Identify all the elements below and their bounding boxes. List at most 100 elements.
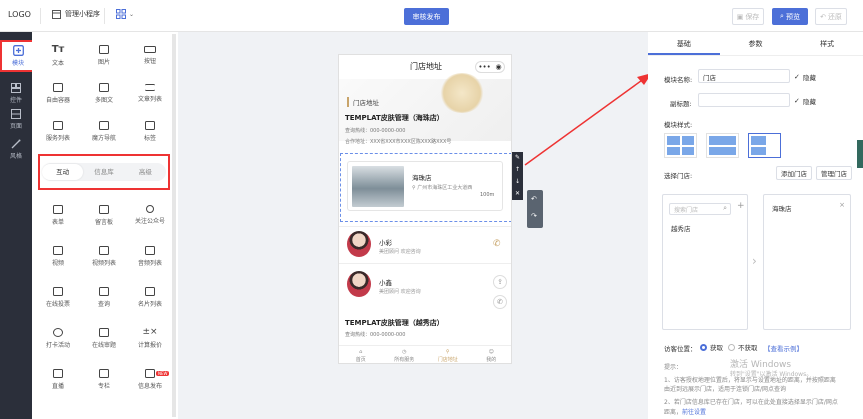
panel-scrollbar[interactable] — [172, 34, 176, 417]
module-service-list[interactable]: 服务列表 — [36, 112, 80, 150]
module-image[interactable]: 图片 — [82, 36, 126, 74]
manage-mini-program-button[interactable]: 管理小程序 — [52, 9, 100, 19]
hide-subtitle-checkbox[interactable]: ✓ 隐藏 — [794, 96, 816, 106]
divider — [104, 8, 105, 24]
module-button[interactable]: 按钮 — [128, 36, 172, 74]
tab-interact[interactable]: 互动 — [42, 164, 84, 180]
nav-item-module[interactable]: 模块 — [0, 40, 36, 72]
tab-basic[interactable]: 基础 — [648, 32, 720, 55]
query-icon — [99, 286, 109, 296]
form-icon — [53, 204, 63, 214]
store-phone: 查询热线：000-0000-000 — [345, 128, 406, 134]
tab-services[interactable]: ◷ 所有服务 — [383, 346, 427, 363]
module-audio-list[interactable]: 音频列表 — [128, 237, 172, 275]
nav-item-style[interactable]: 风格 — [0, 134, 32, 164]
subtitle-input[interactable] — [698, 93, 790, 107]
store-phone: 查询热线：000-0000-000 — [345, 332, 406, 338]
radio-get[interactable]: 获取 — [700, 342, 723, 352]
redo-icon[interactable]: ↷ — [531, 212, 537, 220]
capsule-menu[interactable]: ••• ◉ — [475, 61, 505, 73]
more-icon: ••• — [478, 63, 491, 71]
hide-title-checkbox[interactable]: ✓ 隐藏 — [794, 72, 816, 82]
manage-store-button[interactable]: 管理门店 — [816, 166, 852, 180]
module-article-list[interactable]: 文章列表 — [128, 74, 172, 112]
module-video[interactable]: 视频 — [36, 237, 80, 275]
service-icon — [53, 120, 63, 130]
module-multi-image-text[interactable]: 多图文 — [82, 74, 126, 112]
save-button[interactable]: ▣ 保存 — [732, 8, 764, 25]
tab-mine[interactable]: ☺ 我的 — [470, 346, 512, 363]
store-item[interactable]: 海珠店 — [772, 203, 792, 213]
store-search-input[interactable]: 搜索门店 ⌕ — [669, 203, 731, 215]
module-card-list[interactable]: 名片列表 — [128, 278, 172, 316]
checkin-icon — [53, 327, 63, 337]
module-online-vote[interactable]: 在线投票 — [36, 278, 80, 316]
style-option-rows[interactable] — [706, 133, 739, 158]
undo-icon[interactable]: ↶ — [531, 195, 537, 203]
tab-params[interactable]: 参数 — [720, 32, 792, 55]
module-tag[interactable]: 标签 — [128, 112, 172, 150]
view-example-link[interactable]: 【查看示例】 — [764, 343, 803, 353]
tag-icon — [145, 120, 155, 130]
style-option-list[interactable] — [748, 133, 781, 158]
module-free-container[interactable]: 自由容器 — [36, 74, 80, 112]
logo: LOGO — [8, 10, 31, 19]
tv-icon — [53, 368, 63, 378]
tab-advanced[interactable]: 高级 — [125, 164, 166, 180]
store-item[interactable]: 越秀店 — [671, 223, 691, 233]
submit-publish-button[interactable]: 审核发布 — [404, 8, 449, 25]
tab-info-library[interactable]: 信息库 — [83, 164, 124, 180]
tab-home[interactable]: ⌂ 首页 — [339, 346, 383, 363]
delete-icon[interactable]: ✕ — [512, 188, 523, 200]
phone-icon[interactable]: ✆ — [493, 295, 507, 309]
module-video-list[interactable]: 视频列表 — [82, 237, 126, 275]
close-icon[interactable]: × — [839, 201, 845, 209]
go-settings-link[interactable]: 前往设置 — [682, 409, 706, 416]
style-option-grid[interactable] — [664, 133, 697, 158]
add-icon[interactable]: + — [737, 201, 745, 211]
module-form[interactable]: 表单 — [36, 196, 80, 234]
card-icon — [145, 286, 155, 296]
module-info-publish[interactable]: 信息发布 — [128, 360, 172, 398]
module-cube-nav[interactable]: 魔方导航 — [82, 112, 126, 150]
radio-not-get[interactable]: 不获取 — [728, 342, 758, 352]
layout-switcher[interactable]: ⌄ — [116, 9, 134, 19]
module-follow-account[interactable]: 关注公众号 — [128, 196, 172, 234]
list-icon — [145, 83, 155, 91]
undo-icon: ↶ — [820, 12, 826, 21]
module-online-review[interactable]: 在线审题 — [82, 319, 126, 357]
preview-button[interactable]: ⌕ 预览 — [772, 8, 808, 25]
restore-button[interactable]: ↶ 还原 — [815, 8, 847, 25]
right-edge-tab[interactable] — [857, 140, 863, 168]
card-store-name: 海珠店 — [412, 174, 432, 182]
store-card[interactable]: 海珠店 ⚲ 广州市海珠区工业大道西 100m — [347, 161, 503, 211]
tip-line: 距离，前往设置 — [664, 409, 707, 416]
nav-item-page[interactable]: 页面 — [0, 104, 32, 134]
module-live[interactable]: 直播 — [36, 360, 80, 398]
selected-store-list: 海珠店 × — [763, 194, 851, 330]
mini-program-label: 管理小程序 — [65, 10, 100, 18]
chevron-right-icon[interactable]: › — [752, 254, 757, 268]
module-query[interactable]: 查询 — [82, 278, 126, 316]
add-store-button[interactable]: 添加门店 — [776, 166, 812, 180]
review-icon — [99, 327, 109, 337]
share-icon[interactable]: ⇪ — [493, 275, 507, 289]
module-text[interactable]: Tт 文本 — [36, 36, 80, 74]
divider — [339, 263, 511, 264]
module-message-board[interactable]: 留言板 — [82, 196, 126, 234]
radio-dot — [700, 343, 707, 351]
card-distance: 100m — [480, 192, 495, 198]
module-checkin[interactable]: 打卡活动 — [36, 319, 80, 357]
activation-watermark-sub: 转到"设置"以激活 Windows。 — [730, 371, 813, 378]
module-quote[interactable]: ±× 计算报价 — [128, 319, 172, 357]
phone-call-icon[interactable]: ✆ — [493, 239, 501, 249]
tab-style[interactable]: 样式 — [791, 32, 863, 55]
divider — [40, 8, 41, 24]
location-icon: ⚲ — [445, 348, 450, 355]
module-name-input[interactable]: 门店 — [698, 69, 790, 83]
column-icon — [99, 368, 109, 378]
tab-store-address[interactable]: ⚲ 门店地址 — [426, 346, 470, 363]
module-column[interactable]: 专栏 — [82, 360, 126, 398]
move-down-icon[interactable]: ↓ — [512, 176, 523, 188]
phone-preview: 门店地址 ••• ◉ 门店地址 TEMPLAT皮肤管理（海珠店） 查询热线：00… — [338, 54, 512, 364]
